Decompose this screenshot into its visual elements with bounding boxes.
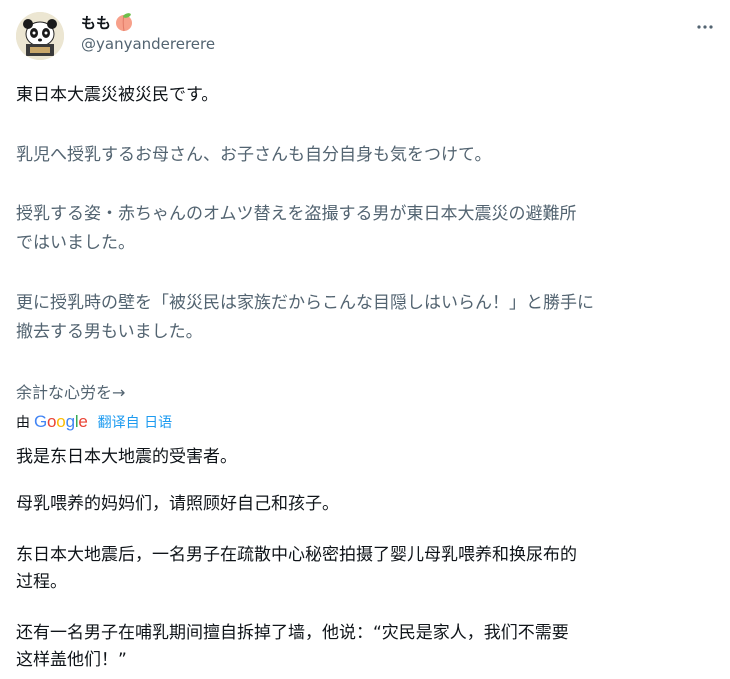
original-line-3a: 授乳する姿・赤ちゃんのオムツ替えを盗撮する男が東日本大震災の避難所 — [16, 204, 577, 224]
translated-line-4a: 还有一名男子在哺乳期间擅自拆掉了墙，他说：“灾民是家人，我们不需要 — [16, 623, 569, 643]
panda-avatar-icon — [16, 12, 64, 60]
display-name[interactable]: もも — [81, 12, 111, 33]
translated-by-label: 由 — [16, 415, 30, 431]
show-more-link[interactable]: 余計な心労を→ — [16, 379, 125, 403]
translated-line-3b: 过程。 — [16, 572, 67, 592]
original-line-1: 東日本大震災被災民です。 — [16, 85, 219, 105]
tweet-card: もも @yanyandererere 東日本大震災被災民です。 乳児へ授乳するお… — [0, 0, 730, 679]
translation-bar: 由 Google 翻译自 日语 — [16, 412, 172, 432]
author-name-row[interactable]: もも — [81, 11, 134, 33]
more-dots-icon[interactable] — [694, 16, 716, 38]
google-logo: Google — [34, 412, 88, 431]
translated-from-link[interactable]: 翻译自 日语 — [98, 412, 172, 432]
avatar[interactable] — [16, 12, 64, 60]
original-line-2: 乳児へ授乳するお母さん、お子さんも自分自身も気をつけて。 — [16, 145, 492, 165]
translated-line-2: 母乳喂养的妈妈们，请照顾好自己和孩子。 — [16, 494, 339, 514]
original-line-3b: ではいました。 — [16, 233, 135, 253]
original-line-4a: 更に授乳時の壁を「被災民は家族だからこんな目隠しはいらん！」と勝手に — [16, 293, 594, 313]
translated-line-4b: 这样盖他们！” — [16, 650, 127, 670]
translated-line-1: 我是东日本大地震的受害者。 — [16, 447, 237, 467]
peach-icon — [114, 12, 134, 32]
original-line-4b: 撤去する男もいました。 — [16, 322, 203, 342]
translated-line-3a: 东日本大地震后，一名男子在疏散中心秘密拍摄了婴儿母乳喂养和换尿布的 — [16, 545, 577, 565]
user-handle[interactable]: @yanyandererere — [81, 35, 215, 53]
